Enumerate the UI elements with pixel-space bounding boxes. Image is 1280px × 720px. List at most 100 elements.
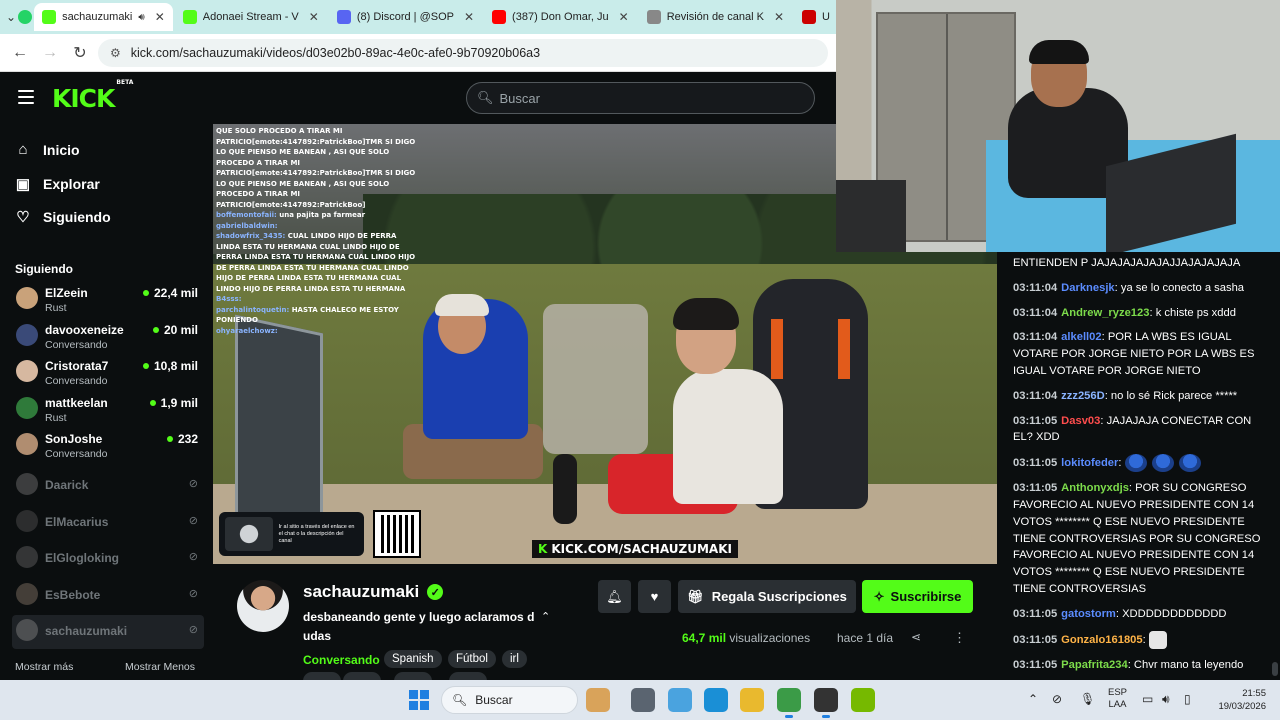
terminal-app-icon[interactable] <box>631 688 655 712</box>
stream-tag[interactable]: irl <box>502 650 527 668</box>
browser-tab[interactable]: sachauzumaki 🔊︎ ✕ <box>34 3 173 31</box>
chat-message: 03:11:04 Andrew_ryze123: k chiste ps xddd <box>997 305 1280 322</box>
sidebar-channel-offline[interactable]: EsBebote ⊘ <box>12 579 204 613</box>
browser-tab[interactable]: Adonaei Stream - V ✕ <box>175 3 327 31</box>
stream-category[interactable]: Conversando <box>303 653 380 667</box>
published-ago: hace 1 día <box>837 631 894 645</box>
sidebar-channel-offline[interactable]: ElGlogloking ⊘ <box>12 542 204 576</box>
reload-icon[interactable]: ↻ <box>68 41 92 65</box>
chat-text: : XDDDDDDDDDDDD <box>1115 607 1227 620</box>
nvidia-app-icon[interactable] <box>851 688 875 712</box>
taskbar-search[interactable]: 🔍︎ Buscar <box>441 686 578 714</box>
sidebar-channel-offline[interactable]: ElMacarius ⊘ <box>12 506 204 540</box>
share-icon[interactable]: ⋖ <box>911 630 921 644</box>
chevron-up-icon[interactable]: ⌃ <box>541 610 550 623</box>
url-field[interactable]: ⚙ kick.com/sachauzumaki/videos/d03e02b0-… <box>98 38 828 67</box>
close-tab-icon[interactable]: ✕ <box>464 10 474 24</box>
streamer-avatar[interactable] <box>237 580 289 632</box>
sidebar-channel[interactable]: ElZeein Rust 22,4 mil <box>12 284 204 318</box>
obs-app-icon[interactable] <box>814 688 838 718</box>
back-arrow-icon[interactable]: ← <box>8 41 32 65</box>
view-count: 64,7 mil visualizaciones <box>682 631 811 645</box>
site-info-icon[interactable]: ⚙ <box>110 46 121 60</box>
bell-icon: 🔔︎ <box>606 588 623 604</box>
emote-icon <box>1151 454 1174 473</box>
chat-scrollbar[interactable] <box>1272 662 1278 676</box>
close-tab-icon[interactable]: ✕ <box>619 10 629 24</box>
chat-username[interactable]: Dasv03 <box>1061 415 1100 427</box>
follow-heart-button[interactable]: ♥ <box>638 580 671 613</box>
chat-text: : POR SU CONGRESO FAVORECIO AL NUEVO PRE… <box>1013 482 1261 595</box>
windows-start-icon[interactable] <box>409 690 429 710</box>
chat-username[interactable]: Gonzalo161805 <box>1061 634 1142 646</box>
subscribe-button[interactable]: ✧ Suscribirse <box>862 580 973 613</box>
hamburger-menu-icon[interactable] <box>18 90 34 104</box>
chat-text: : ya se lo conecto a sasha <box>1114 281 1245 294</box>
channel-name: davooxeneize <box>45 322 124 337</box>
nav-siguiendo[interactable]: ♡ Siguiendo <box>15 208 110 226</box>
chrome-app-icon[interactable] <box>777 688 801 718</box>
tab-list-chevron-icon[interactable]: ⌄ <box>6 5 16 29</box>
sandwich-app-icon[interactable] <box>586 688 610 712</box>
sidebar-channel[interactable]: Cristorata7 Conversando 10,8 mil <box>12 357 204 391</box>
streamer-name[interactable]: sachauzumaki ✓ <box>303 582 444 602</box>
sidebar-channel[interactable]: mattkeelan Rust 1,9 mil <box>12 394 204 428</box>
favicon-icon <box>336 10 351 24</box>
browser-tab[interactable]: U <box>794 3 836 31</box>
nav-explorar[interactable]: ▣ Explorar <box>15 175 100 193</box>
show-less-link[interactable]: Mostrar Menos <box>125 661 195 673</box>
notes-app-icon[interactable] <box>668 688 692 712</box>
kick-logo[interactable]: KICKBETA <box>52 79 133 113</box>
channel-category: Rust <box>45 411 67 424</box>
sidebar-channel[interactable]: davooxeneize Conversando 20 mil <box>12 321 204 355</box>
chat-username[interactable]: zzz256D <box>1061 390 1105 402</box>
heart-icon: ♥ <box>650 589 659 604</box>
browser-tab[interactable]: Revisión de canal K ✕ <box>639 3 792 31</box>
channel-category: Conversando <box>45 375 108 388</box>
sidebar-channel-offline[interactable]: sachauzumaki ⊘ <box>12 615 204 650</box>
chat-text: : <box>1142 633 1146 646</box>
chat-username[interactable]: Andrew_ryze123 <box>1061 307 1149 319</box>
sidebar-channel-offline[interactable]: Daarick ⊘ <box>12 469 204 503</box>
sidebar-channel[interactable]: SonJoshe Conversando 232 <box>12 430 204 464</box>
chat-username[interactable]: Papafrita234 <box>1061 659 1128 671</box>
speaker-icon[interactable]: 🔊︎ <box>1162 692 1170 707</box>
battery-icon[interactable]: ▯ <box>1184 692 1191 706</box>
stream-tag[interactable]: Spanish <box>384 650 442 668</box>
channel-name: ElZeein <box>45 286 88 300</box>
chat-message: 03:11:05 lokitofeder: <box>997 454 1280 473</box>
chat-username[interactable]: lokitofeder <box>1061 457 1118 469</box>
nav-inicio[interactable]: ⌂ Inicio <box>15 141 79 158</box>
channel-avatar <box>16 546 38 569</box>
browser-tab[interactable]: (8) Discord | @SOP ✕ <box>329 3 482 31</box>
display-icon[interactable]: ▭ <box>1142 692 1153 706</box>
whatsapp-pinned-tab-icon[interactable] <box>18 5 33 29</box>
edge-app-icon[interactable] <box>704 688 728 712</box>
chat-username[interactable]: gatostorm <box>1061 608 1116 620</box>
mic-icon[interactable]: 🎙︎ <box>1080 692 1095 706</box>
system-clock[interactable]: 21:55 19/03/2026 <box>1210 687 1266 713</box>
stream-tag[interactable]: Fútbol <box>448 650 496 668</box>
forward-arrow-icon[interactable]: → <box>38 41 62 65</box>
browser-tab[interactable]: (387) Don Omar, Ju ✕ <box>484 3 637 31</box>
chat-username[interactable]: Anthonyxdjs <box>1061 482 1129 494</box>
channel-avatar <box>16 619 38 642</box>
chat-text: : k chiste ps xddd <box>1149 306 1236 319</box>
show-more-link[interactable]: Mostrar más <box>15 661 73 673</box>
viewer-count: 1,9 mil <box>149 396 198 410</box>
notification-bell-button[interactable]: 🔔︎ <box>598 580 631 613</box>
close-tab-icon[interactable]: ✕ <box>155 10 165 24</box>
tab-audio-icon[interactable]: 🔊︎ <box>138 12 144 23</box>
stream-title: desbaneando gente y luego aclaramos d ud… <box>303 610 535 643</box>
file-explorer-icon[interactable] <box>740 688 764 712</box>
chat-username[interactable]: Darknesjk <box>1061 282 1115 294</box>
gift-subs-button[interactable]: 🎁︎ Regala Suscripciones <box>678 580 856 613</box>
search-input[interactable]: 🔍︎ Buscar <box>466 82 815 114</box>
network-off-icon[interactable]: ⊘ <box>1052 692 1062 706</box>
chat-username[interactable]: alkell02 <box>1061 331 1101 343</box>
close-tab-icon[interactable]: ✕ <box>774 10 784 24</box>
tray-chevron-icon[interactable]: ⌃ <box>1028 692 1038 706</box>
close-tab-icon[interactable]: ✕ <box>309 10 319 24</box>
more-options-icon[interactable]: ⋮ <box>953 630 966 646</box>
language-indicator[interactable]: ESP LAA <box>1108 687 1127 711</box>
